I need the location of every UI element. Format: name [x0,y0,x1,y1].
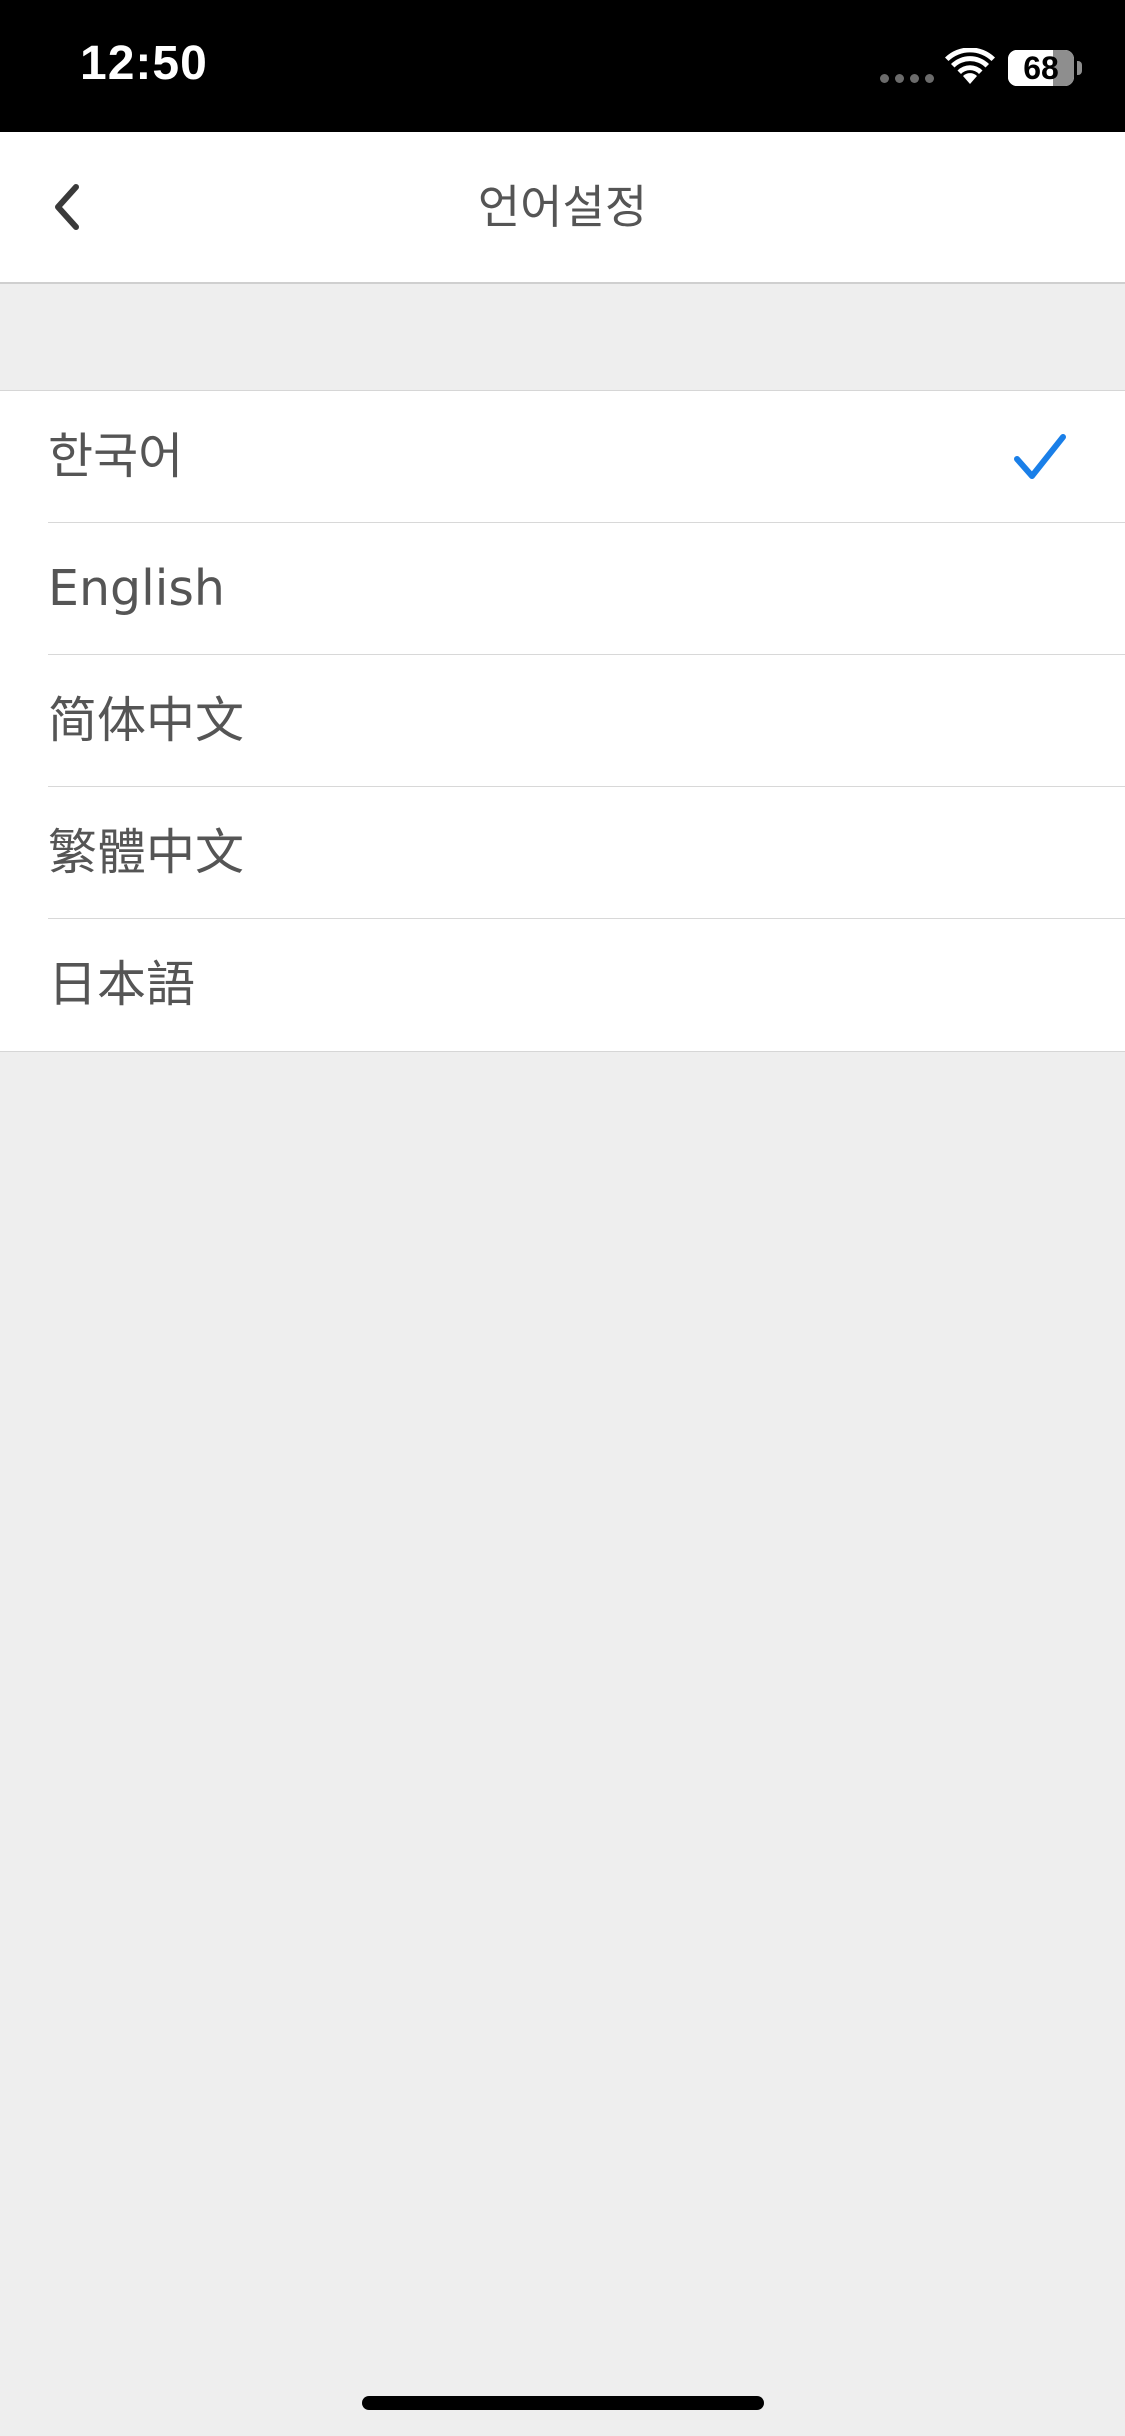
back-button[interactable] [40,169,100,245]
battery-cap [1077,61,1082,75]
language-label: 日本語 [48,956,196,1013]
language-option[interactable]: 繁體中文 [0,787,1125,919]
home-indicator[interactable] [362,2396,764,2410]
status-time: 12:50 [80,37,208,90]
language-label: 繁體中文 [48,824,245,881]
language-label: 简体中文 [48,692,245,749]
page-title: 언어설정 [477,180,648,234]
language-option[interactable]: 简体中文 [0,655,1125,787]
wifi-icon [945,48,995,84]
chevron-left-icon [55,184,79,230]
checkmark-icon [1014,434,1066,479]
navigation-bar: 언어설정 [0,132,1125,284]
battery-icon: 68 [1008,50,1074,86]
status-bar: 12:50 68 [0,0,1125,132]
cellular-signal-icon [880,74,936,84]
language-label: English [48,560,225,617]
language-option[interactable]: 한국어 [0,391,1125,523]
language-option[interactable]: English [0,523,1125,655]
battery-percent: 68 [1023,50,1059,86]
language-label: 한국어 [48,428,184,485]
language-option[interactable]: 日本語 [0,919,1125,1051]
language-list: 한국어 English 简体中文繁體中文日本語 [0,390,1125,1052]
